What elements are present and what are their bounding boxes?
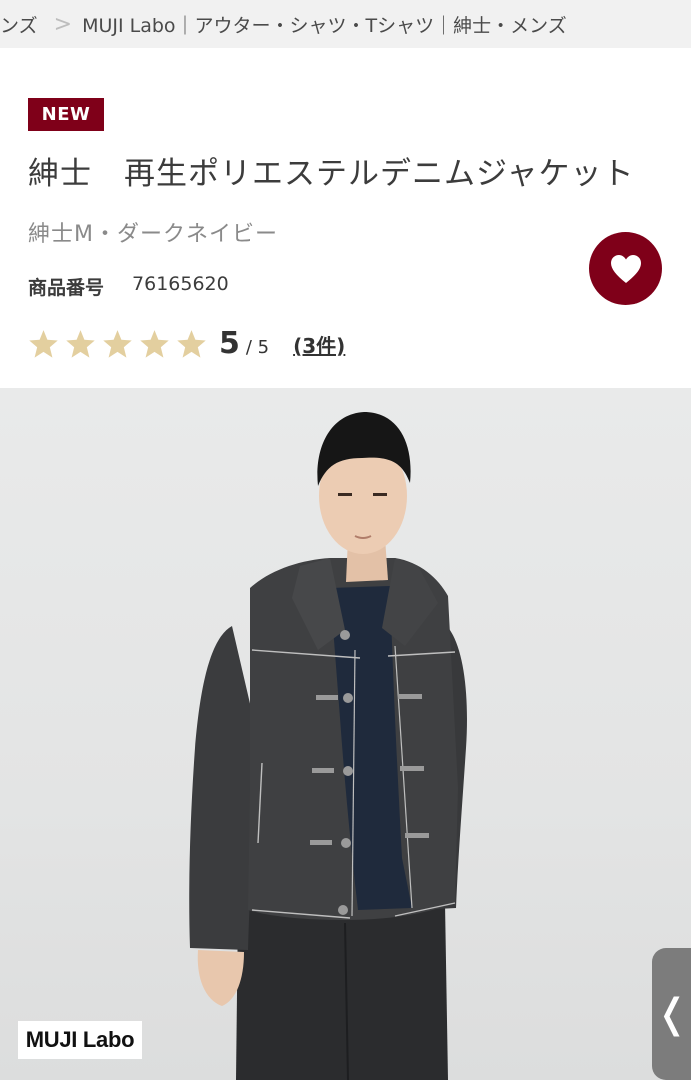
side-panel-handle[interactable]: ❬ <box>652 948 691 1080</box>
star-icon <box>65 329 96 359</box>
star-icon <box>28 329 59 359</box>
product-info: NEW 紳士 再生ポリエステルデニムジャケット 紳士M・ダークネイビー 商品番号… <box>0 48 691 388</box>
product-image[interactable]: MUJI Labo ❬ <box>0 388 691 1080</box>
heart-icon <box>610 254 641 283</box>
breadcrumb: ンズ > MUJI Labo｜アウター・シャツ・Tシャツ｜紳士・メンズ <box>0 0 691 48</box>
rating-stars <box>28 329 207 359</box>
product-code-value: 76165620 <box>132 273 229 295</box>
star-icon <box>176 329 207 359</box>
review-count-link[interactable]: (3件) <box>293 330 345 359</box>
muji-labo-logo: MUJI Labo <box>18 1021 142 1059</box>
new-badge: NEW <box>28 98 104 131</box>
product-code-label: 商品番号 <box>28 277 105 299</box>
product-title: 紳士 再生ポリエステルデニムジャケット <box>28 156 635 192</box>
chevron-left-icon: ❬ <box>655 991 689 1037</box>
chevron-right-icon: > <box>53 11 73 37</box>
breadcrumb-item-current[interactable]: MUJI Labo｜アウター・シャツ・Tシャツ｜紳士・メンズ <box>82 11 567 38</box>
breadcrumb-item-parent[interactable]: ンズ <box>0 11 38 38</box>
rating-row: 5 / 5 (3件) <box>28 323 345 361</box>
product-code-row: 商品番号 76165620 <box>28 273 229 300</box>
model-photo <box>189 412 467 1080</box>
rating-score-max: / 5 <box>245 337 270 358</box>
star-icon <box>139 329 170 359</box>
product-variant: 紳士M・ダークネイビー <box>28 222 278 247</box>
rating-score: 5 <box>219 326 240 361</box>
favorite-button[interactable] <box>589 232 662 305</box>
star-icon <box>102 329 133 359</box>
